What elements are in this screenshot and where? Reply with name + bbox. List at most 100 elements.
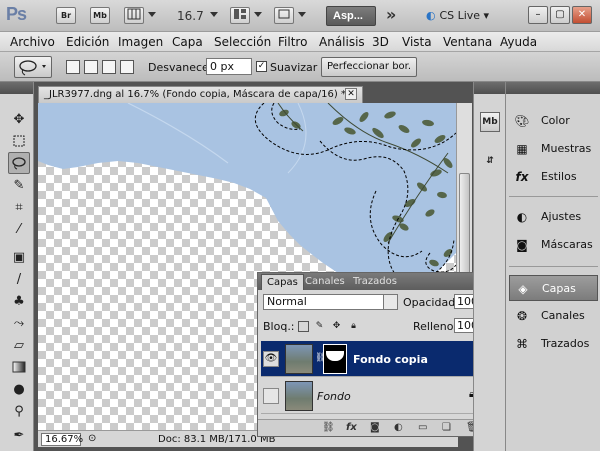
bridge-button[interactable]: Br: [56, 7, 76, 24]
styles-icon: fx: [515, 170, 529, 184]
add-selection-icon[interactable]: [84, 60, 98, 74]
chevron-down-icon[interactable]: [254, 12, 262, 17]
dock-item-capas[interactable]: ◈ Capas: [509, 275, 598, 301]
crop-tool-icon[interactable]: ⌗: [8, 196, 30, 218]
mask-icon[interactable]: ◙: [370, 422, 380, 433]
chevron-down-icon[interactable]: [383, 295, 397, 309]
eyedropper-tool-icon[interactable]: ⁄: [8, 218, 30, 240]
lock-transparency-icon[interactable]: [298, 321, 309, 332]
status-zoom-field[interactable]: 16.67%: [41, 433, 83, 446]
menu-seleccion[interactable]: Selección: [214, 35, 271, 49]
layer-row-fondo-copia[interactable]: 👁︎ ⛓ Fondo copia: [261, 341, 488, 377]
dodge-tool-icon[interactable]: ⚲: [8, 400, 30, 422]
minimize-button[interactable]: –: [528, 6, 548, 24]
dock-item-label: Canales: [541, 309, 585, 322]
tab-capas[interactable]: Capas: [261, 274, 304, 290]
menu-3d[interactable]: 3D: [372, 35, 389, 49]
adjustments-icon: ◐: [516, 210, 528, 224]
tools-panel-header[interactable]: [0, 82, 33, 94]
lasso-tool-icon[interactable]: [8, 152, 30, 174]
gradient-tool-icon[interactable]: [8, 356, 30, 378]
layers-panel-footer: ⛓ fx ◙ ◐ ▭ ❏ 🗑︎: [258, 419, 504, 436]
menu-filtro[interactable]: Filtro: [278, 35, 307, 49]
lock-position-icon[interactable]: ✥: [331, 321, 342, 332]
chevron-down-icon[interactable]: [298, 12, 306, 17]
fx-icon[interactable]: fx: [346, 422, 357, 433]
pen-tool-icon[interactable]: ✒: [8, 424, 30, 446]
clone-stamp-tool-icon[interactable]: ♣: [8, 290, 30, 312]
move-tool-icon[interactable]: ✥: [8, 108, 30, 130]
menu-ayuda[interactable]: Ayuda: [500, 35, 537, 49]
dock-item-canales[interactable]: ❂ Canales: [509, 303, 598, 329]
dock-item-color[interactable]: 🎨︎ Color: [509, 108, 598, 134]
dock-separator: [509, 196, 598, 197]
new-layer-icon[interactable]: ❏: [442, 422, 451, 433]
dock-item-label: Ajustes: [541, 210, 582, 223]
blend-mode-value: Normal: [267, 295, 307, 308]
antialias-checkbox[interactable]: ✓: [256, 61, 267, 72]
dock-item-mascaras[interactable]: ◙ Máscaras: [509, 232, 598, 258]
chevron-down-icon[interactable]: [148, 12, 156, 17]
dock-item-muestras[interactable]: ▦ Muestras: [509, 136, 598, 162]
history-brush-tool-icon[interactable]: ⤳: [8, 312, 30, 334]
close-button[interactable]: ✕: [572, 6, 592, 24]
layer-mask-thumbnail[interactable]: [323, 344, 347, 374]
cslive-button[interactable]: ◐ CS Live ▾: [426, 9, 489, 22]
blur-tool-icon[interactable]: ●: [8, 378, 30, 400]
menu-edicion[interactable]: Edición: [66, 35, 109, 49]
intersect-selection-icon[interactable]: [120, 60, 134, 74]
lock-label: Bloq.:: [263, 320, 295, 333]
dock-item-label: Muestras: [541, 142, 592, 155]
menu-capa[interactable]: Capa: [172, 35, 203, 49]
document-close-icon[interactable]: ✕: [345, 88, 357, 100]
new-selection-icon[interactable]: [66, 60, 80, 74]
dock-item-trazados[interactable]: ⌘ Trazados: [509, 331, 598, 357]
eraser-tool-icon[interactable]: ▱: [8, 334, 30, 356]
minibridge-button[interactable]: Mb: [90, 7, 110, 24]
application-bar: Ps Br Mb 16.7 Asp... » ◐ CS Live ▾ – ▢ ✕: [0, 0, 600, 32]
folder-icon[interactable]: ▭: [418, 422, 427, 433]
tool-preset-picker[interactable]: [14, 56, 52, 78]
subtract-selection-icon[interactable]: [102, 60, 116, 74]
dock-item-label: Color: [541, 114, 570, 127]
tab-trazados[interactable]: Trazados: [348, 274, 402, 290]
layers-panel-tabs: Capas Canales Trazados ▸▸ ≡: [258, 273, 504, 290]
document-tab[interactable]: _JLR3977.dng al 16.7% (Fondo copia, Másc…: [38, 86, 363, 103]
link-icon[interactable]: ⛓: [322, 422, 335, 433]
menu-vista[interactable]: Vista: [402, 35, 432, 49]
menu-analisis[interactable]: Análisis: [319, 35, 365, 49]
blend-mode-select[interactable]: Normal: [263, 294, 398, 310]
marquee-tool-icon[interactable]: [8, 130, 30, 152]
menu-imagen[interactable]: Imagen: [118, 35, 163, 49]
lock-all-icon[interactable]: 🔒︎: [348, 321, 359, 332]
status-options-icon[interactable]: ⊙: [88, 433, 96, 444]
feather-input[interactable]: 0 px: [206, 58, 252, 75]
healing-brush-tool-icon[interactable]: ▣: [8, 246, 30, 268]
quick-selection-tool-icon[interactable]: ✎: [8, 174, 30, 196]
eye-icon[interactable]: 👁︎: [263, 351, 279, 367]
dock-item-ajustes[interactable]: ◐ Ajustes: [509, 204, 598, 230]
zoom-level[interactable]: 16.7: [177, 9, 204, 23]
view-extras-button[interactable]: [124, 7, 144, 24]
visibility-toggle-icon[interactable]: [263, 388, 279, 404]
screen-mode-button[interactable]: [274, 7, 294, 24]
channels-icon: ❂: [516, 309, 528, 323]
strip-header[interactable]: [474, 82, 505, 94]
more-workspaces-icon[interactable]: »: [386, 5, 396, 24]
restore-button[interactable]: ▢: [550, 6, 570, 24]
layer-row-fondo[interactable]: Fondo 🔒︎: [261, 378, 488, 414]
arrange-documents-button[interactable]: [230, 7, 250, 24]
brush-tool-icon[interactable]: /: [8, 268, 30, 290]
refine-edge-button[interactable]: Perfeccionar bor.: [321, 57, 417, 77]
lock-pixels-icon[interactable]: ✎: [314, 321, 325, 332]
chevron-down-icon[interactable]: [210, 12, 218, 17]
minibridge-icon[interactable]: Mb: [480, 112, 500, 132]
menu-archivo[interactable]: Archivo: [10, 35, 55, 49]
history-icon[interactable]: ⇵: [480, 152, 500, 172]
tab-canales[interactable]: Canales: [300, 274, 350, 290]
workspace-button[interactable]: Asp...: [326, 6, 376, 26]
dock-header[interactable]: [506, 82, 600, 94]
dock-item-estilos[interactable]: fx Estilos: [509, 164, 598, 190]
menu-ventana[interactable]: Ventana: [443, 35, 492, 49]
adjustment-icon[interactable]: ◐: [394, 422, 403, 433]
